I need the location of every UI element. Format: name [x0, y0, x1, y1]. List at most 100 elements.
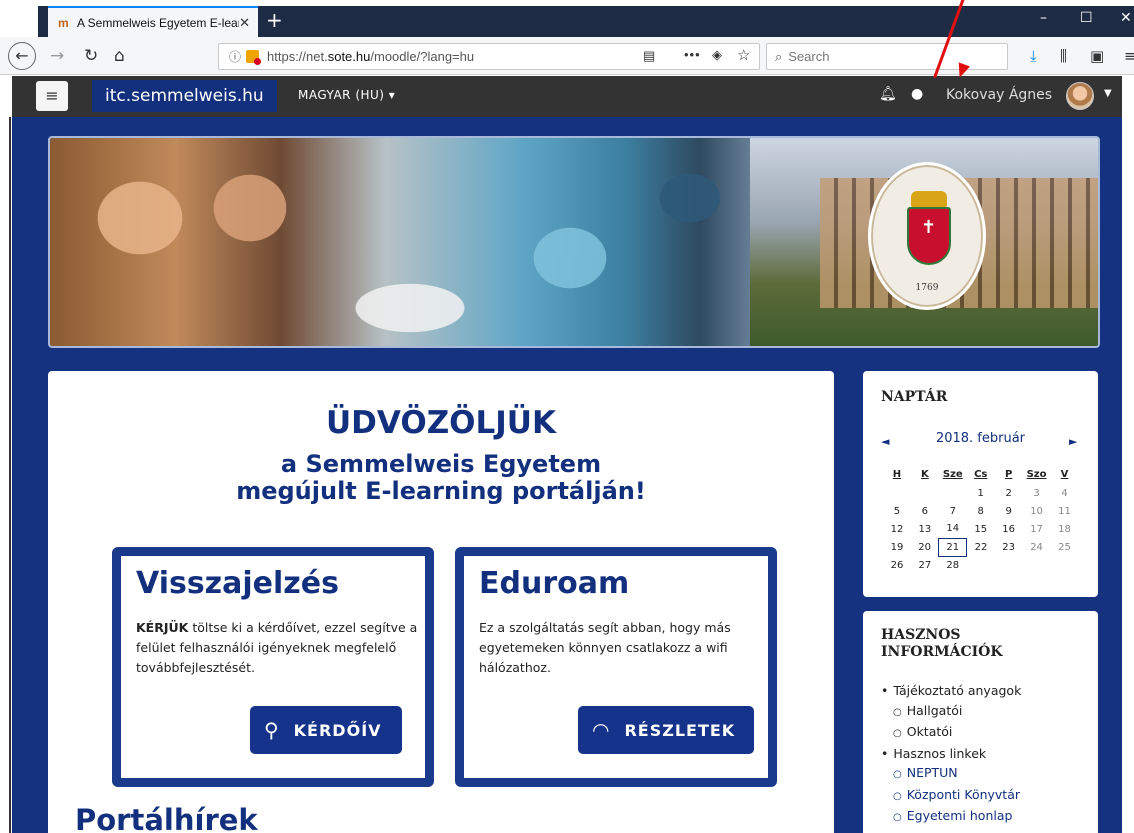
useful-info-block: HASZNOS INFORMÁCIÓK Tájékoztató anyagokH…: [863, 611, 1098, 833]
calendar-day[interactable]: 25: [1051, 538, 1079, 556]
info-list-item: Tájékoztató anyagok: [881, 681, 1021, 701]
university-seal-icon: 1769: [868, 162, 986, 310]
next-month-arrow-icon[interactable]: ►: [1069, 435, 1077, 448]
info-icon[interactable]: ⓘ: [229, 48, 241, 65]
calendar-day[interactable]: 2: [995, 484, 1023, 502]
messages-icon[interactable]: ●: [911, 86, 923, 102]
calendar-empty-cell: [911, 484, 939, 502]
weekday-header: K: [920, 468, 929, 480]
calendar-week: 26 27 28: [883, 556, 1079, 574]
calendar-day[interactable]: 16: [995, 520, 1023, 538]
calendar-day[interactable]: 10: [1023, 502, 1051, 520]
calendar-day[interactable]: 27: [911, 556, 939, 574]
calendar-day[interactable]: 14: [939, 520, 967, 538]
calendar-day[interactable]: 22: [967, 538, 995, 556]
lock-warning-icon[interactable]: [246, 50, 262, 65]
sidebar-icon[interactable]: ▣: [1090, 47, 1104, 65]
avatar[interactable]: [1066, 82, 1094, 110]
calendar-empty-cell: [1051, 556, 1079, 574]
back-arrow-icon[interactable]: ←: [8, 42, 36, 70]
home-icon[interactable]: ⌂: [114, 44, 125, 68]
minimize-button[interactable]: –: [1040, 10, 1047, 26]
calendar-day[interactable]: 26: [883, 556, 911, 574]
calendar-day[interactable]: 3: [1023, 484, 1051, 502]
bookmark-star-icon[interactable]: ☆: [737, 46, 750, 64]
seal-crown: [911, 191, 947, 207]
address-bar[interactable]: ⓘ https://net.sote.hu/moodle/?lang=hu ▤ …: [218, 43, 760, 70]
info-link-item[interactable]: NEPTUN: [881, 763, 1021, 785]
calendar-month[interactable]: 2018. február: [863, 431, 1098, 446]
calendar-day[interactable]: 20: [911, 538, 939, 556]
calendar-empty-cell: [883, 484, 911, 502]
calendar-empty-cell: [939, 484, 967, 502]
calendar-day[interactable]: 24: [1023, 538, 1051, 556]
library-icon[interactable]: ⫼: [1060, 47, 1067, 65]
calendar-day[interactable]: 28: [939, 556, 967, 574]
questionnaire-button-label: KÉRDŐÍV: [293, 720, 382, 740]
calendar-block: NAPTÁR ◄ 2018. február ► H K Sze Cs P Szo V 12…: [863, 371, 1098, 597]
site-brand-link[interactable]: itc.semmelweis.hu: [92, 80, 277, 112]
drawer-toggle-button[interactable]: ≡: [36, 81, 68, 111]
weekday-header: Cs: [974, 468, 988, 480]
calendar-day[interactable]: 1: [967, 484, 995, 502]
useful-info-list: Tájékoztató anyagokHallgatóiOktatóiHaszn…: [881, 681, 1021, 828]
reader-view-icon[interactable]: ▤: [643, 48, 655, 64]
calendar-empty-cell: [1023, 556, 1051, 574]
wifi-icon: ◠: [592, 718, 611, 742]
info-link-item[interactable]: Központi Könyvtár: [881, 785, 1021, 807]
calendar-day[interactable]: 6: [911, 502, 939, 520]
language-menu[interactable]: MAGYAR (HU) ▾: [298, 88, 395, 102]
search-field[interactable]: ⌕ Search: [766, 43, 1008, 70]
hamburger-menu-icon[interactable]: ≡: [1124, 47, 1134, 65]
weekday-header: H: [892, 468, 902, 480]
pocket-icon[interactable]: ◈: [712, 47, 722, 63]
notifications-bell-icon[interactable]: 🔔︎: [879, 86, 897, 102]
info-link-item[interactable]: Egyetemi honlap: [881, 806, 1021, 828]
calendar-day[interactable]: 12: [883, 520, 911, 538]
url-text: https://net.sote.hu/moodle/?lang=hu: [267, 49, 475, 64]
calendar-day[interactable]: 8: [967, 502, 995, 520]
weekday-header: Szo: [1026, 468, 1047, 480]
calendar-day[interactable]: 18: [1051, 520, 1079, 538]
feedback-box: Visszajelzés KÉRJÜK töltse ki a kérdőíve…: [112, 547, 434, 787]
details-button-label: RÉSZLETEK: [624, 720, 736, 740]
calendar-day[interactable]: 17: [1023, 520, 1051, 538]
location-pin-icon: ⚲: [264, 718, 280, 742]
search-placeholder: Search: [788, 49, 830, 64]
calendar-day[interactable]: 4: [1051, 484, 1079, 502]
seal-shield: [907, 207, 951, 265]
user-name[interactable]: Kokovay Ágnes: [946, 87, 1052, 103]
calendar-day[interactable]: 7: [939, 502, 967, 520]
calendar-day[interactable]: 19: [883, 538, 911, 556]
details-button[interactable]: ◠ RÉSZLETEK: [578, 706, 754, 754]
calendar-day[interactable]: 11: [1051, 502, 1079, 520]
feedback-title: Visszajelzés: [136, 566, 339, 601]
chevron-down-icon[interactable]: ▼: [1104, 88, 1112, 99]
browser-tab-bar: m A Semmelweis Egyetem E-learn ✕ + – ☐ ✕: [0, 0, 1134, 37]
right-edge: [1122, 117, 1134, 833]
search-icon: ⌕: [775, 48, 783, 64]
new-tab-button[interactable]: +: [266, 8, 283, 32]
download-icon[interactable]: ⤓: [1030, 47, 1037, 65]
eduroam-box: Eduroam Ez a szolgáltatás segít abban, h…: [455, 547, 777, 787]
calendar-day[interactable]: 13: [911, 520, 939, 538]
calendar-empty-cell: [967, 556, 995, 574]
close-window-button[interactable]: ✕: [1120, 10, 1132, 26]
hero-banner: 1769: [48, 136, 1100, 348]
moodle-favicon-icon: m: [58, 15, 69, 30]
more-actions-icon[interactable]: •••: [684, 47, 701, 62]
calendar-day[interactable]: 15: [967, 520, 995, 538]
calendar-day[interactable]: 9: [995, 502, 1023, 520]
calendar-day[interactable]: 21: [938, 537, 968, 557]
calendar-day[interactable]: 5: [883, 502, 911, 520]
language-label: MAGYAR (HU): [298, 88, 385, 102]
forward-arrow-icon[interactable]: →: [50, 44, 64, 68]
calendar-day[interactable]: 23: [995, 538, 1023, 556]
tab-title: A Semmelweis Egyetem E-learn: [77, 15, 239, 30]
browser-tab[interactable]: m A Semmelweis Egyetem E-learn ✕: [48, 6, 258, 37]
info-list-item: Hallgatói: [881, 701, 1021, 723]
questionnaire-button[interactable]: ⚲ KÉRDŐÍV: [250, 706, 402, 754]
maximize-button[interactable]: ☐: [1080, 10, 1093, 26]
tab-close-icon[interactable]: ✕: [239, 15, 250, 31]
reload-icon[interactable]: ↻: [84, 44, 98, 68]
